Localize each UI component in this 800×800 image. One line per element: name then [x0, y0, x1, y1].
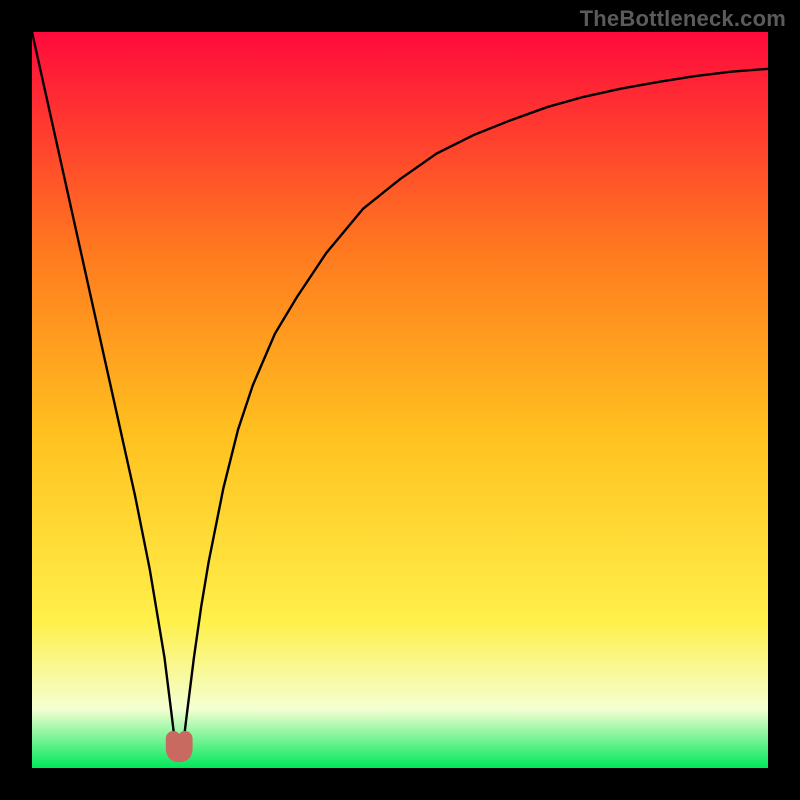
watermark-text: TheBottleneck.com: [580, 6, 786, 32]
plot-background: [32, 32, 768, 768]
optimal-marker: [173, 739, 185, 755]
bottleneck-plot: [32, 32, 768, 768]
chart-frame: TheBottleneck.com: [0, 0, 800, 800]
